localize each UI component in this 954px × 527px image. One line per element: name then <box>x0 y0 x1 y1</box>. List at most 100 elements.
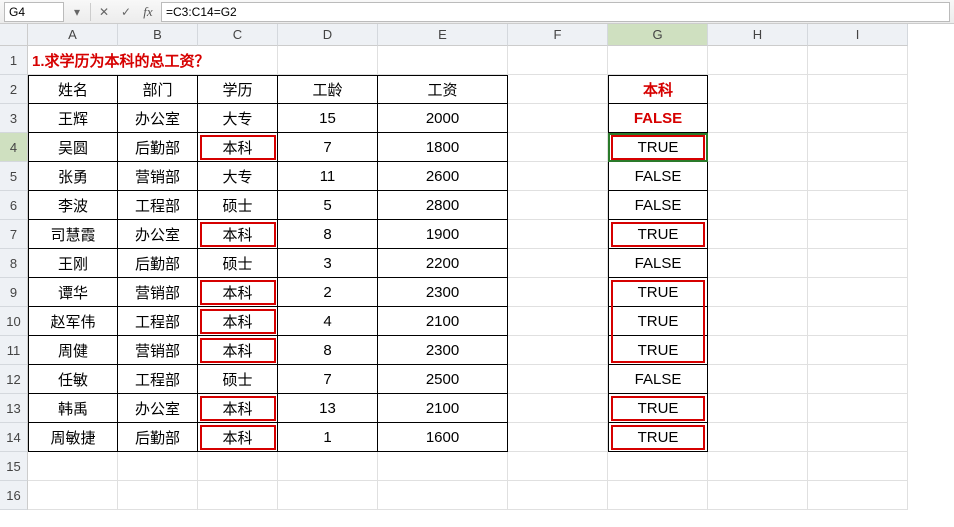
cell-I2[interactable] <box>808 75 908 104</box>
cell-G15[interactable] <box>608 452 708 481</box>
row-header-10[interactable]: 10 <box>0 307 28 336</box>
confirm-icon[interactable]: ✓ <box>117 3 135 21</box>
row-header-15[interactable]: 15 <box>0 452 28 481</box>
col-header-E[interactable]: E <box>378 24 508 46</box>
row-header-12[interactable]: 12 <box>0 365 28 394</box>
cell-G3[interactable]: FALSE <box>608 104 708 133</box>
cell-E5[interactable]: 2600 <box>378 162 508 191</box>
cell-H6[interactable] <box>708 191 808 220</box>
cell-A5[interactable]: 张勇 <box>28 162 118 191</box>
cell-I10[interactable] <box>808 307 908 336</box>
cell-H11[interactable] <box>708 336 808 365</box>
row-header-6[interactable]: 6 <box>0 191 28 220</box>
cell-D13[interactable]: 13 <box>278 394 378 423</box>
row-header-11[interactable]: 11 <box>0 336 28 365</box>
cell-A11[interactable]: 周健 <box>28 336 118 365</box>
row-header-14[interactable]: 14 <box>0 423 28 452</box>
cell-I11[interactable] <box>808 336 908 365</box>
cell-C10[interactable]: 本科 <box>198 307 278 336</box>
cell-F10[interactable] <box>508 307 608 336</box>
dropdown-icon[interactable]: ▾ <box>68 3 86 21</box>
cell-C9[interactable]: 本科 <box>198 278 278 307</box>
cell-H13[interactable] <box>708 394 808 423</box>
cell-D4[interactable]: 7 <box>278 133 378 162</box>
col-header-D[interactable]: D <box>278 24 378 46</box>
cell-A9[interactable]: 谭华 <box>28 278 118 307</box>
cell-I9[interactable] <box>808 278 908 307</box>
cell-E3[interactable]: 2000 <box>378 104 508 133</box>
cell-F14[interactable] <box>508 423 608 452</box>
cell-G1[interactable] <box>608 46 708 75</box>
cell-F4[interactable] <box>508 133 608 162</box>
cell-I5[interactable] <box>808 162 908 191</box>
cell-C7[interactable]: 本科 <box>198 220 278 249</box>
cell-B4[interactable]: 后勤部 <box>118 133 198 162</box>
cell-D14[interactable]: 1 <box>278 423 378 452</box>
col-header-G[interactable]: G <box>608 24 708 46</box>
cell-F6[interactable] <box>508 191 608 220</box>
cell-G10[interactable]: TRUE <box>608 307 708 336</box>
cell-H9[interactable] <box>708 278 808 307</box>
cell-C13[interactable]: 本科 <box>198 394 278 423</box>
name-box[interactable]: G4 <box>4 2 64 22</box>
row-header-4[interactable]: 4 <box>0 133 28 162</box>
cell-I8[interactable] <box>808 249 908 278</box>
cell-H4[interactable] <box>708 133 808 162</box>
cell-D3[interactable]: 15 <box>278 104 378 133</box>
cell-H7[interactable] <box>708 220 808 249</box>
cell-D6[interactable]: 5 <box>278 191 378 220</box>
col-header-A[interactable]: A <box>28 24 118 46</box>
cell-F13[interactable] <box>508 394 608 423</box>
cell-A4[interactable]: 吴圆 <box>28 133 118 162</box>
cell-D11[interactable]: 8 <box>278 336 378 365</box>
cell-G13[interactable]: TRUE <box>608 394 708 423</box>
cell-A16[interactable] <box>28 481 118 510</box>
cell-E6[interactable]: 2800 <box>378 191 508 220</box>
cell-H3[interactable] <box>708 104 808 133</box>
cell-F2[interactable] <box>508 75 608 104</box>
cell-B11[interactable]: 营销部 <box>118 336 198 365</box>
cell-G16[interactable] <box>608 481 708 510</box>
cell-C6[interactable]: 硕士 <box>198 191 278 220</box>
row-header-16[interactable]: 16 <box>0 481 28 510</box>
cell-C11[interactable]: 本科 <box>198 336 278 365</box>
cell-B6[interactable]: 工程部 <box>118 191 198 220</box>
cell-B7[interactable]: 办公室 <box>118 220 198 249</box>
cell-A3[interactable]: 王辉 <box>28 104 118 133</box>
row-header-5[interactable]: 5 <box>0 162 28 191</box>
cell-D7[interactable]: 8 <box>278 220 378 249</box>
cell-I6[interactable] <box>808 191 908 220</box>
cell-H2[interactable] <box>708 75 808 104</box>
cell-C4[interactable]: 本科 <box>198 133 278 162</box>
cell-H12[interactable] <box>708 365 808 394</box>
cell-F9[interactable] <box>508 278 608 307</box>
cell-A7[interactable]: 司慧霞 <box>28 220 118 249</box>
cell-I16[interactable] <box>808 481 908 510</box>
cell-E12[interactable]: 2500 <box>378 365 508 394</box>
cell-B12[interactable]: 工程部 <box>118 365 198 394</box>
cell-H10[interactable] <box>708 307 808 336</box>
cell-F7[interactable] <box>508 220 608 249</box>
cell-B5[interactable]: 营销部 <box>118 162 198 191</box>
cell-F5[interactable] <box>508 162 608 191</box>
cell-G6[interactable]: FALSE <box>608 191 708 220</box>
cell-F16[interactable] <box>508 481 608 510</box>
cell-G5[interactable]: FALSE <box>608 162 708 191</box>
cell-E7[interactable]: 1900 <box>378 220 508 249</box>
cell-H16[interactable] <box>708 481 808 510</box>
cell-A14[interactable]: 周敏捷 <box>28 423 118 452</box>
cell-B13[interactable]: 办公室 <box>118 394 198 423</box>
cell-A8[interactable]: 王刚 <box>28 249 118 278</box>
cell-D5[interactable]: 11 <box>278 162 378 191</box>
row-header-13[interactable]: 13 <box>0 394 28 423</box>
cell-E8[interactable]: 2200 <box>378 249 508 278</box>
cell-B10[interactable]: 工程部 <box>118 307 198 336</box>
cell-F12[interactable] <box>508 365 608 394</box>
cell-D8[interactable]: 3 <box>278 249 378 278</box>
cell-E4[interactable]: 1800 <box>378 133 508 162</box>
cell-E16[interactable] <box>378 481 508 510</box>
cell-B14[interactable]: 后勤部 <box>118 423 198 452</box>
cell-I12[interactable] <box>808 365 908 394</box>
cell-B16[interactable] <box>118 481 198 510</box>
cell-G4[interactable]: TRUE <box>608 133 708 162</box>
